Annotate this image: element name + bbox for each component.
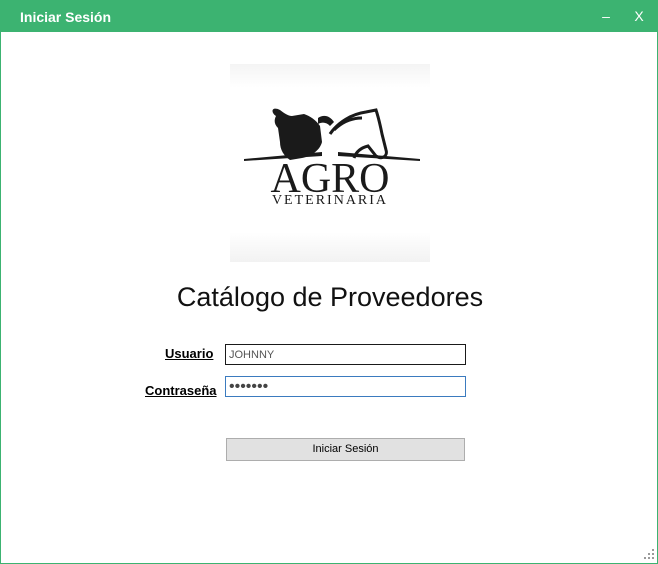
minimize-button[interactable]: –: [588, 0, 624, 32]
close-button[interactable]: X: [621, 0, 657, 32]
password-label: Contraseña: [145, 383, 217, 398]
login-button[interactable]: Iniciar Sesión: [226, 438, 465, 461]
username-input[interactable]: [225, 344, 466, 365]
bull-icon: [272, 108, 334, 160]
window-title: Iniciar Sesión: [20, 9, 112, 25]
resize-grip-icon[interactable]: [643, 548, 655, 560]
title-bar[interactable]: Iniciar Sesión – X: [1, 0, 658, 32]
login-window: Iniciar Sesión – X AGRO VETERINARIA Catá: [0, 0, 658, 564]
username-label: Usuario: [165, 346, 214, 361]
page-title: Catálogo de Proveedores: [176, 282, 484, 312]
password-input[interactable]: [225, 376, 466, 397]
horse-icon: [328, 108, 388, 160]
agro-veterinaria-logo: AGRO VETERINARIA: [230, 64, 430, 262]
logo-text-veterinaria: VETERINARIA: [272, 193, 388, 208]
